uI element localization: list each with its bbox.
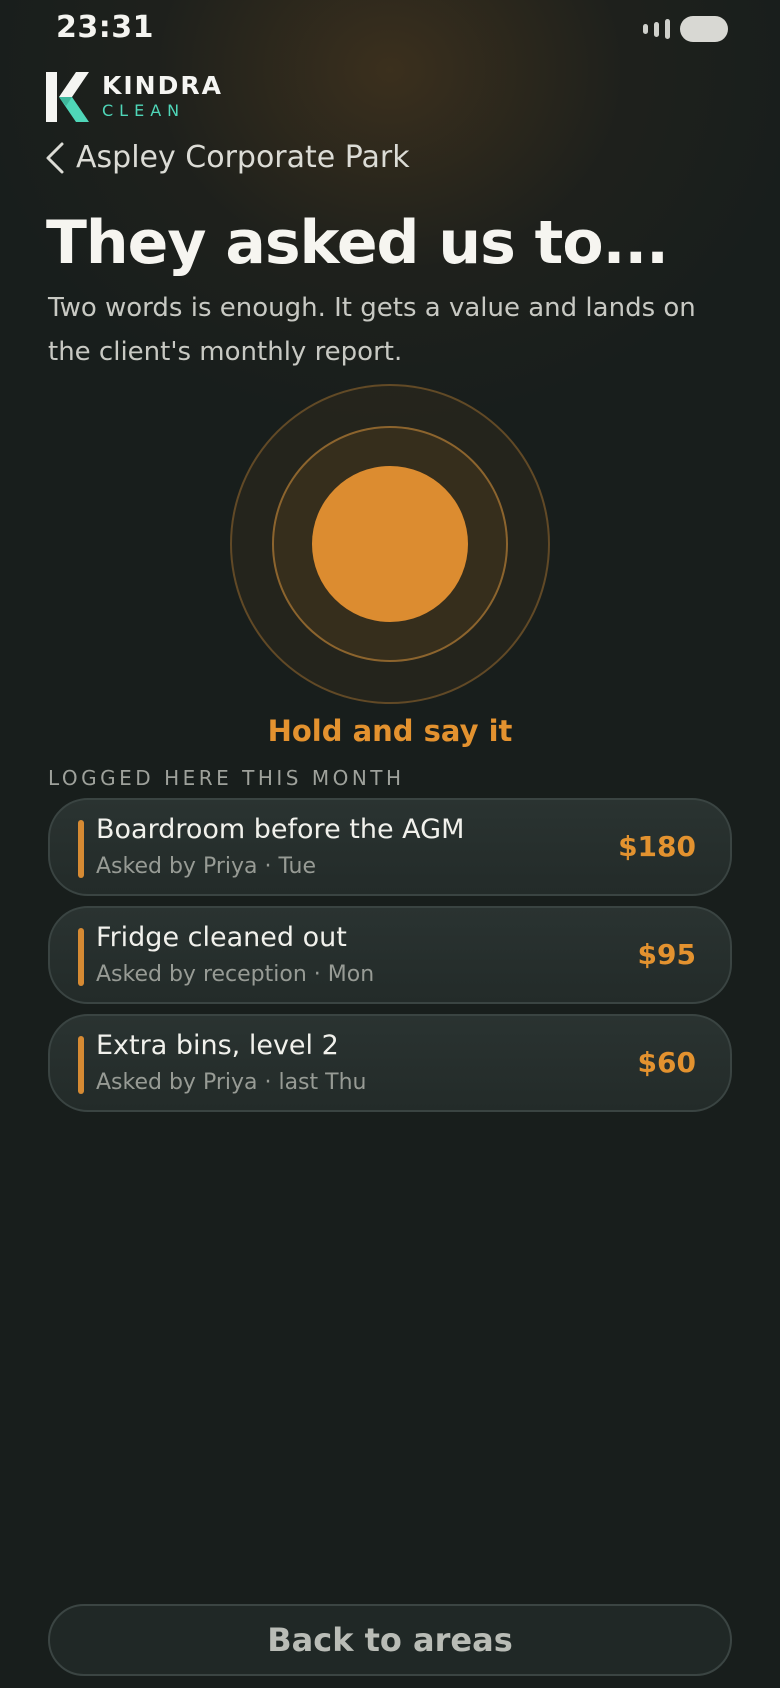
item-title: Fridge cleaned out — [96, 922, 347, 953]
item-title: Boardroom before the AGM — [96, 814, 465, 845]
battery-icon — [680, 16, 728, 42]
brand-logo: KINDRA CLEAN — [46, 72, 223, 122]
brand-name: KINDRA — [102, 71, 223, 100]
voice-recorder — [230, 384, 550, 704]
page-title: They asked us to... — [46, 208, 669, 278]
item-meta: Asked by Priya · last Thu — [96, 1070, 367, 1095]
item-accent-bar — [78, 820, 84, 878]
back-nav-label: Aspley Corporate Park — [76, 140, 410, 175]
item-value: $95 — [637, 938, 696, 971]
item-meta: Asked by Priya · Tue — [96, 854, 317, 879]
item-value: $60 — [637, 1046, 696, 1079]
item-accent-bar — [78, 928, 84, 986]
signal-icon — [654, 21, 659, 37]
item-meta: Asked by reception · Mon — [96, 962, 375, 987]
brand-sub: CLEAN — [102, 101, 186, 120]
item-accent-bar — [78, 1036, 84, 1094]
list-item[interactable]: Boardroom before the AGM Asked by Priya … — [48, 798, 732, 896]
logged-requests-list: Boardroom before the AGM Asked by Priya … — [48, 798, 732, 1122]
kindra-logo-icon — [46, 72, 89, 122]
back-to-areas-label: Back to areas — [267, 1621, 513, 1659]
back-nav-button[interactable]: Aspley Corporate Park — [44, 140, 410, 175]
status-time: 23:31 — [56, 10, 154, 45]
item-title: Extra bins, level 2 — [96, 1030, 339, 1061]
back-to-areas-button[interactable]: Back to areas — [48, 1604, 732, 1676]
list-item[interactable]: Fridge cleaned out Asked by reception · … — [48, 906, 732, 1004]
page-subtitle: Two words is enough. It gets a value and… — [48, 293, 696, 367]
item-value: $180 — [618, 830, 696, 863]
status-icons — [643, 16, 728, 42]
section-label: LOGGED HERE THIS MONTH — [48, 766, 405, 790]
screen: 23:31 KINDRA CLEAN Aspley Corporate Park… — [0, 0, 780, 1688]
hold-to-record-button[interactable] — [312, 466, 468, 622]
chevron-left-icon — [46, 142, 64, 173]
list-item[interactable]: Extra bins, level 2 Asked by Priya · las… — [48, 1014, 732, 1112]
signal-icon — [665, 19, 670, 39]
hold-instruction: Hold and say it — [267, 714, 513, 748]
signal-icon — [643, 24, 648, 34]
